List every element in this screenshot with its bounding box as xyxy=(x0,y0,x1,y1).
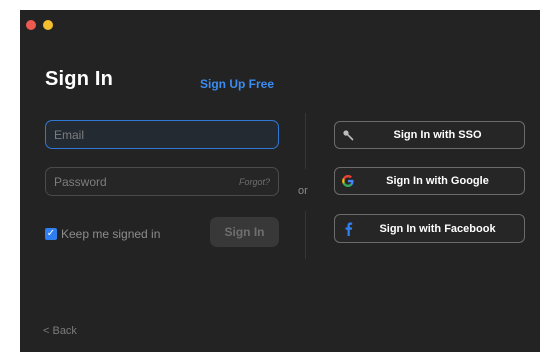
divider-top xyxy=(305,113,306,169)
page-title: Sign In xyxy=(45,68,114,90)
sign-in-with-google-button[interactable]: Sign In with Google xyxy=(334,167,525,195)
keep-signed-in-option[interactable]: ✓ Keep me signed in xyxy=(45,227,160,241)
email-field[interactable] xyxy=(45,120,279,149)
sign-in-window: Sign In Sign Up Free Forgot? ✓ Keep me s… xyxy=(20,10,540,352)
minimize-window-button[interactable] xyxy=(43,20,53,30)
close-window-button[interactable] xyxy=(26,20,36,30)
window-controls xyxy=(26,20,53,30)
keep-signed-in-label: Keep me signed in xyxy=(61,227,161,241)
sign-in-with-sso-button[interactable]: Sign In with SSO xyxy=(334,121,525,149)
facebook-icon xyxy=(335,222,361,236)
sign-in-button[interactable]: Sign In xyxy=(210,217,279,247)
keep-signed-in-checkbox[interactable]: ✓ xyxy=(45,228,57,240)
back-link[interactable]: < Back xyxy=(43,325,77,337)
google-button-label: Sign In with Google xyxy=(386,175,489,187)
password-field[interactable]: Forgot? xyxy=(45,167,279,196)
password-input[interactable] xyxy=(54,174,214,189)
email-input[interactable] xyxy=(54,127,214,142)
or-label: or xyxy=(298,185,308,197)
forgot-password-link[interactable]: Forgot? xyxy=(239,177,270,187)
sign-up-free-link[interactable]: Sign Up Free xyxy=(200,77,274,91)
divider-bottom xyxy=(305,211,306,259)
sso-button-label: Sign In with SSO xyxy=(393,129,482,141)
facebook-button-label: Sign In with Facebook xyxy=(379,222,496,235)
google-icon xyxy=(335,174,361,188)
sign-in-with-facebook-button[interactable]: Sign In with Facebook xyxy=(334,214,525,243)
key-icon xyxy=(335,129,361,141)
